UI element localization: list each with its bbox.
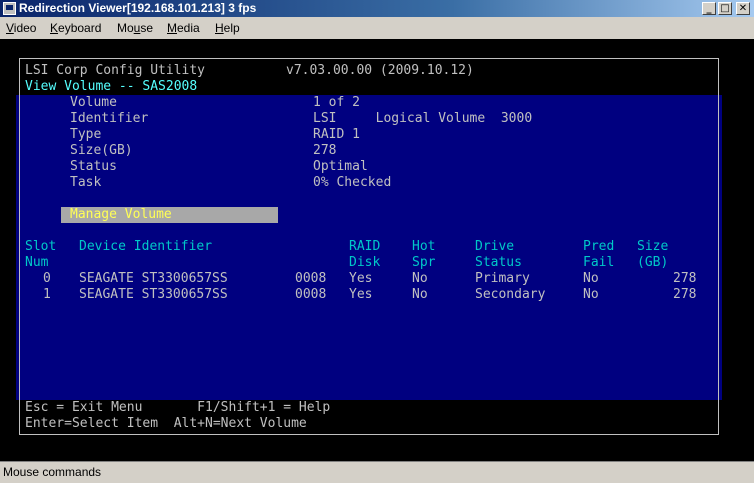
menu-video[interactable]: Video bbox=[6, 17, 36, 39]
lsi-config-screen: LSI Corp Config Utility v7.03.00.00 (200… bbox=[16, 55, 722, 438]
col-header-hot: Hot bbox=[412, 239, 436, 254]
prop-value: 1 of 2 bbox=[313, 95, 360, 110]
screen-title: View Volume -- SAS2008 bbox=[25, 79, 198, 94]
prop-label: Volume bbox=[70, 95, 117, 110]
col-header-size: Size bbox=[637, 239, 669, 254]
prop-value: Optimal bbox=[313, 159, 368, 174]
col-header-hot-2: Spr bbox=[412, 255, 436, 270]
row-raid: Yes bbox=[349, 271, 373, 286]
row-hot: No bbox=[412, 287, 428, 302]
prop-label: Status bbox=[70, 159, 117, 174]
col-header-raid-2: Disk bbox=[349, 255, 381, 270]
col-header-pred-2: Fail bbox=[583, 255, 615, 270]
row-device: SEAGATE ST3300657SS bbox=[79, 271, 228, 286]
row-slot: 1 bbox=[43, 287, 51, 302]
menu-media[interactable]: Media bbox=[167, 17, 200, 39]
status-bar: Mouse commands bbox=[0, 461, 754, 483]
menu-mouse[interactable]: Mouse bbox=[117, 17, 153, 39]
prop-label: Size(GB) bbox=[70, 143, 133, 158]
row-rev: 0008 bbox=[295, 287, 327, 302]
row-slot: 0 bbox=[43, 271, 51, 286]
col-header-slot-2: Num bbox=[25, 255, 49, 270]
minimize-button[interactable]: _ bbox=[702, 2, 716, 15]
prop-label: Type bbox=[70, 127, 102, 142]
row-size: 278 bbox=[673, 271, 697, 286]
col-header-size-2: (GB) bbox=[637, 255, 669, 270]
prop-label: Task bbox=[70, 175, 102, 190]
row-device: SEAGATE ST3300657SS bbox=[79, 287, 228, 302]
col-header-slot: Slot bbox=[25, 239, 57, 254]
prop-value: 278 bbox=[313, 143, 337, 158]
prop-label: Identifier bbox=[70, 111, 149, 126]
maximize-button[interactable]: □ bbox=[718, 2, 732, 15]
menu-bar: Video Keyboard Mouse Media Help bbox=[0, 17, 754, 39]
close-button[interactable]: ✕ bbox=[736, 2, 750, 15]
row-hot: No bbox=[412, 271, 428, 286]
row-size: 278 bbox=[673, 287, 697, 302]
remote-console[interactable]: LSI Corp Config Utility v7.03.00.00 (200… bbox=[0, 39, 754, 461]
prop-value: RAID 1 bbox=[313, 127, 360, 142]
row-status: Primary bbox=[475, 271, 530, 286]
col-header-drive-2: Status bbox=[475, 255, 522, 270]
row-rev: 0008 bbox=[295, 271, 327, 286]
footer-help-line-2: Enter=Select Item Alt+N=Next Volume bbox=[25, 416, 307, 431]
row-raid: Yes bbox=[349, 287, 373, 302]
prop-value: LSI Logical Volume 3000 bbox=[313, 111, 533, 126]
utility-version: v7.03.00.00 (2009.10.12) bbox=[286, 63, 474, 78]
manage-volume-label: Manage Volume bbox=[70, 207, 172, 222]
window-title-bar[interactable]: Redirection Viewer[192.168.101.213] 3 fp… bbox=[0, 0, 754, 17]
row-status: Secondary bbox=[475, 287, 546, 302]
col-header-pred: Pred bbox=[583, 239, 615, 254]
utility-name: LSI Corp Config Utility bbox=[25, 63, 206, 78]
col-header-device: Device Identifier bbox=[79, 239, 213, 254]
row-pred: No bbox=[583, 287, 599, 302]
prop-value: 0% Checked bbox=[313, 175, 392, 190]
col-header-drive: Drive bbox=[475, 239, 515, 254]
menu-keyboard[interactable]: Keyboard bbox=[50, 17, 101, 39]
row-pred: No bbox=[583, 271, 599, 286]
menu-help[interactable]: Help bbox=[215, 17, 240, 39]
col-header-raid: RAID bbox=[349, 239, 381, 254]
footer-help-line-1: Esc = Exit Menu F1/Shift+1 = Help bbox=[25, 400, 331, 415]
window-title: Redirection Viewer[192.168.101.213] 3 fp… bbox=[19, 1, 257, 15]
status-text: Mouse commands bbox=[3, 465, 102, 479]
app-monitor-icon bbox=[3, 2, 16, 15]
